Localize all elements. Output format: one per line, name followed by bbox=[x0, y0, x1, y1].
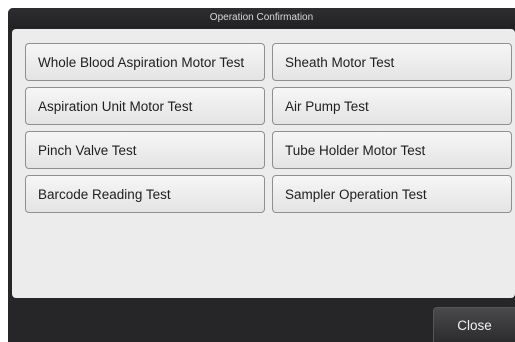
close-button[interactable]: Close bbox=[433, 307, 515, 342]
aspiration-unit-motor-test-button[interactable]: Aspiration Unit Motor Test bbox=[25, 87, 265, 125]
sampler-operation-test-button[interactable]: Sampler Operation Test bbox=[272, 175, 512, 213]
air-pump-test-button[interactable]: Air Pump Test bbox=[272, 87, 512, 125]
operation-confirmation-dialog: Operation Confirmation Whole Blood Aspir… bbox=[8, 8, 515, 342]
sheath-motor-test-button[interactable]: Sheath Motor Test bbox=[272, 43, 512, 81]
dialog-title: Operation Confirmation bbox=[8, 8, 515, 28]
tube-holder-motor-test-button[interactable]: Tube Holder Motor Test bbox=[272, 131, 512, 169]
test-button-panel: Whole Blood Aspiration Motor Test Sheath… bbox=[12, 29, 515, 298]
pinch-valve-test-button[interactable]: Pinch Valve Test bbox=[25, 131, 265, 169]
barcode-reading-test-button[interactable]: Barcode Reading Test bbox=[25, 175, 265, 213]
whole-blood-aspiration-motor-test-button[interactable]: Whole Blood Aspiration Motor Test bbox=[25, 43, 265, 81]
